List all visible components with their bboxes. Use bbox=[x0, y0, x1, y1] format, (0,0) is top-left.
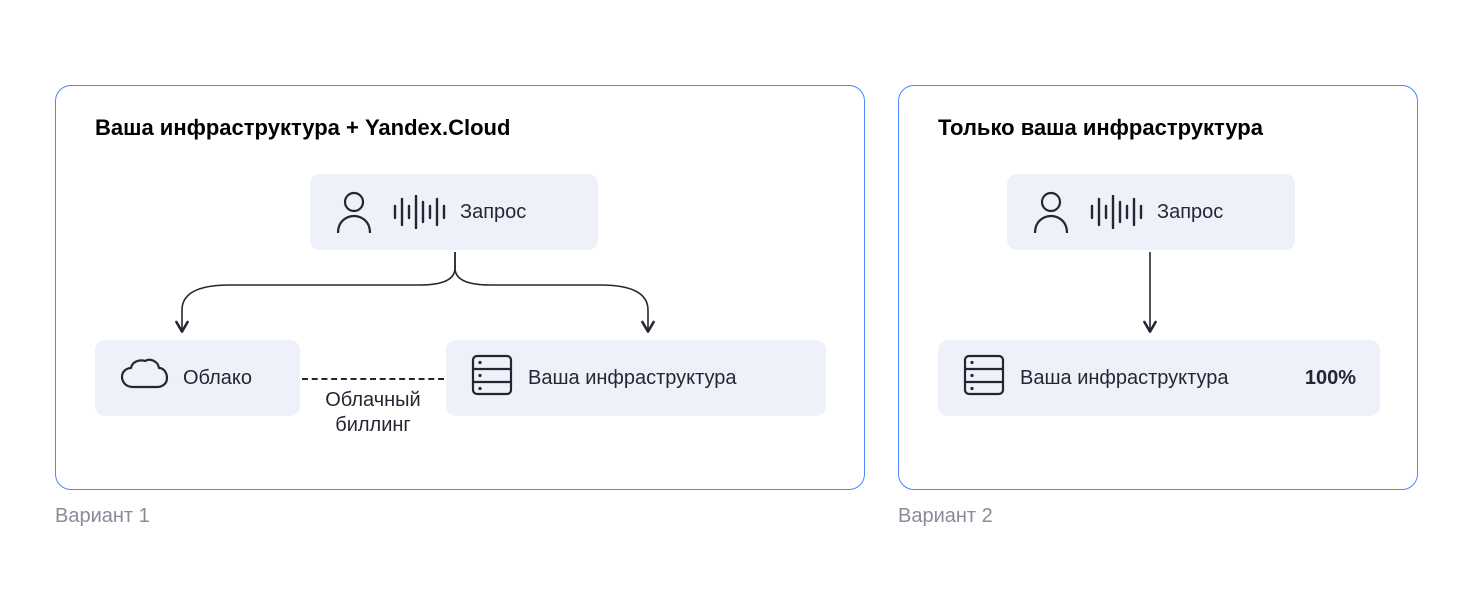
cloud-billing-line2: биллинг bbox=[335, 414, 410, 436]
node-request-2: Запрос bbox=[1007, 174, 1295, 250]
voice-wave-icon bbox=[392, 195, 446, 229]
node-infra-1: Ваша инфраструктура bbox=[446, 340, 826, 416]
node-cloud: Облако bbox=[95, 340, 300, 416]
panel-variant-2 bbox=[898, 85, 1418, 490]
node-request-1: Запрос bbox=[310, 174, 598, 250]
cloud-billing-label: Облачный биллинг bbox=[308, 388, 438, 438]
dashed-connector bbox=[302, 378, 444, 380]
panel-1-title: Ваша инфраструктура + Yandex.Cloud bbox=[95, 115, 510, 141]
infra-percent: 100% bbox=[1285, 367, 1356, 390]
node-infra-2: Ваша инфраструктура 100% bbox=[938, 340, 1380, 416]
user-icon bbox=[334, 190, 374, 234]
cloud-icon bbox=[119, 357, 169, 399]
user-icon bbox=[1031, 190, 1071, 234]
server-icon bbox=[470, 353, 514, 403]
infra-label-1: Ваша инфраструктура bbox=[528, 367, 737, 390]
caption-variant-2: Вариант 2 bbox=[898, 505, 993, 528]
infra-label-2: Ваша инфраструктура bbox=[1020, 367, 1229, 390]
server-icon bbox=[962, 353, 1006, 403]
panel-variant-1 bbox=[55, 85, 865, 490]
cloud-label: Облако bbox=[183, 367, 252, 390]
request-label-2: Запрос bbox=[1157, 201, 1223, 224]
panel-2-title: Только ваша инфраструктура bbox=[938, 115, 1263, 141]
cloud-billing-line1: Облачный bbox=[325, 389, 420, 411]
voice-wave-icon bbox=[1089, 195, 1143, 229]
request-label-1: Запрос bbox=[460, 201, 526, 224]
caption-variant-1: Вариант 1 bbox=[55, 505, 150, 528]
